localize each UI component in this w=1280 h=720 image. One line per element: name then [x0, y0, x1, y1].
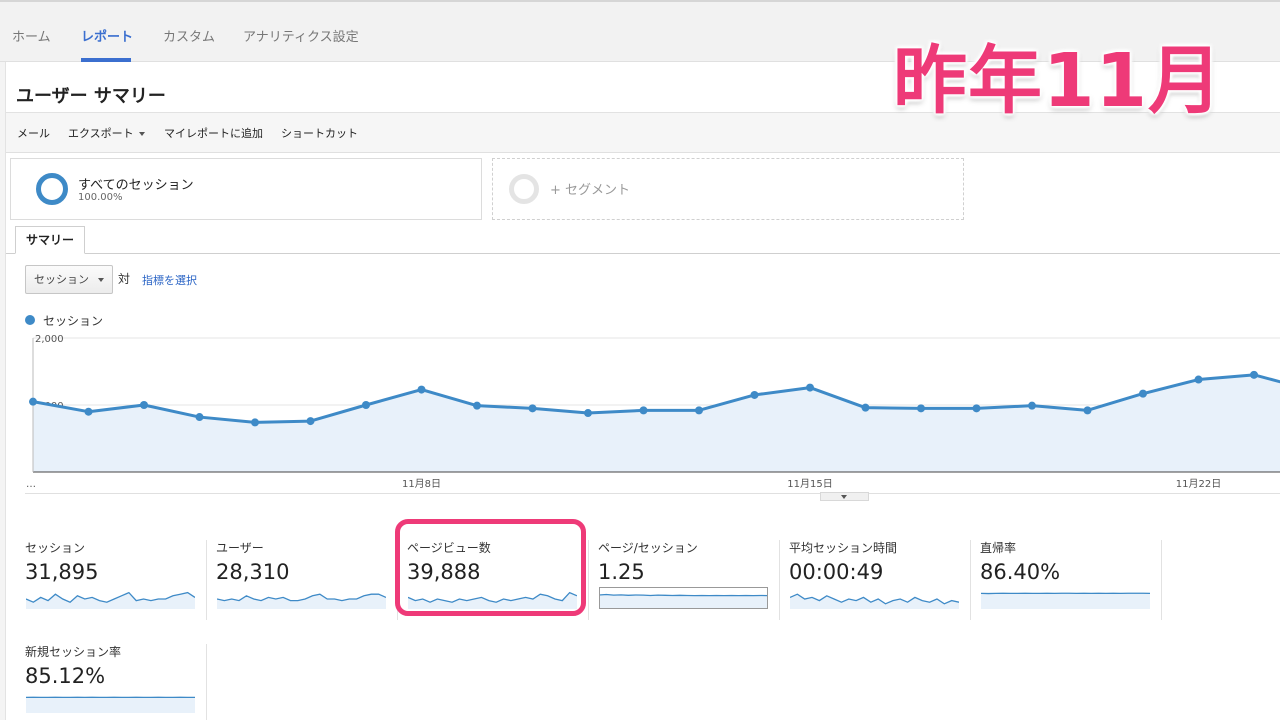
segment-percent: 100.00%: [78, 192, 123, 203]
metric-value: 31,895: [25, 560, 99, 584]
sparkline: [26, 591, 195, 609]
divider: [6, 253, 1280, 254]
overlay-caption: 昨年11月: [893, 38, 1223, 124]
data-point: [195, 413, 204, 422]
metric-select-value: セッション: [34, 273, 89, 286]
data-point: [251, 418, 259, 427]
tab-reports[interactable]: レポート: [81, 26, 133, 45]
metric-value: 1.25: [598, 560, 645, 584]
email-button[interactable]: メール: [17, 125, 50, 141]
tab-home[interactable]: ホーム: [12, 26, 51, 45]
data-point: [29, 397, 37, 406]
sparkline: [790, 593, 959, 609]
add-segment-label: + セグメント: [550, 183, 631, 198]
sparkline: [26, 696, 195, 713]
data-point: [861, 403, 870, 412]
chart-collapse-handle[interactable]: [820, 492, 869, 501]
metric-label: 平均セッション時間: [789, 541, 898, 555]
tile-divider: [588, 540, 589, 620]
divider: [25, 493, 1280, 494]
sparkline-area: [981, 593, 1150, 609]
metric-tile[interactable]: ユーザー 28,310: [216, 539, 392, 617]
sparkline: [981, 592, 1150, 609]
metric-tile[interactable]: 直帰率 86.40%: [980, 539, 1156, 617]
tile-divider: [206, 540, 207, 620]
metric-value: 86.40%: [980, 560, 1061, 584]
data-point: [362, 401, 370, 409]
sessions-line-chart: 2,0001,000…11月8日11月15日11月22日: [26, 334, 1280, 490]
metric-label: ユーザー: [216, 541, 264, 555]
page-title: ユーザー サマリー: [16, 86, 166, 107]
select-metric-link[interactable]: 指標を選択: [142, 272, 197, 288]
data-point: [1139, 389, 1147, 398]
metric-tile[interactable]: 新規セッション率 85.12%: [25, 643, 201, 720]
data-point: [917, 404, 925, 413]
segment-ring-icon: [36, 173, 68, 205]
x-tick-label: 11月8日: [402, 478, 441, 490]
data-point: [695, 406, 703, 415]
data-point: [84, 407, 93, 416]
export-label: エクスポート: [68, 127, 134, 140]
metric-label: 新規セッション率: [25, 645, 122, 659]
metric-tile[interactable]: 平均セッション時間 00:00:49: [789, 539, 965, 617]
sparkline-area: [599, 594, 768, 609]
metric-tile[interactable]: ページ/セッション 1.25: [598, 539, 774, 617]
data-point: [750, 390, 759, 399]
sparkline: [217, 593, 386, 609]
tile-divider: [206, 644, 207, 720]
series-area: [33, 374, 1280, 472]
tab-admin[interactable]: アナリティクス設定: [243, 26, 359, 45]
data-point: [584, 409, 592, 418]
vs-label: 対: [118, 272, 131, 286]
data-point: [417, 385, 426, 394]
data-point: [528, 404, 537, 413]
metric-value: 28,310: [216, 560, 290, 584]
data-point: [140, 401, 148, 409]
x-tick-label: 11月15日: [787, 478, 832, 490]
metric-label: セッション: [25, 541, 86, 555]
x-tick-label: 11月22日: [1176, 478, 1221, 490]
add-to-dashboard-button[interactable]: マイレポートに追加: [164, 125, 263, 141]
chevron-down-icon: [98, 278, 104, 282]
tile-divider: [779, 540, 780, 620]
data-point: [806, 383, 814, 392]
tile-divider: [1161, 540, 1162, 620]
chevron-down-icon: [138, 132, 145, 136]
tab-customization[interactable]: カスタム: [163, 26, 215, 45]
export-button[interactable]: エクスポート: [68, 125, 145, 141]
data-point: [639, 406, 648, 415]
data-point: [1083, 406, 1092, 415]
highlight-annotation: [395, 519, 586, 616]
active-tab-indicator: [81, 58, 131, 62]
segment-name: すべてのセッション: [78, 178, 194, 193]
legend-label: セッション: [43, 314, 104, 328]
tab-summary[interactable]: サマリー: [15, 226, 85, 254]
metric-value: 85.12%: [25, 664, 106, 688]
sparkline: [599, 587, 768, 609]
data-point: [306, 417, 315, 426]
sparkline-area: [217, 594, 386, 609]
x-tick-label: …: [26, 479, 36, 490]
data-point: [972, 404, 981, 413]
sparkline-line: [599, 593, 768, 597]
chevron-down-icon: [841, 495, 847, 499]
metric-label: 直帰率: [980, 541, 1017, 555]
sparkline-area: [790, 594, 959, 609]
empty-segment-ring-icon: [509, 174, 539, 204]
y-tick-label: 2,000: [35, 334, 64, 345]
tile-divider: [970, 540, 971, 620]
data-point: [1028, 401, 1036, 410]
metric-label: ページ/セッション: [598, 541, 698, 555]
data-point: [473, 401, 481, 410]
add-segment-button[interactable]: + セグメント: [492, 158, 964, 220]
metric-value: 00:00:49: [789, 560, 884, 584]
metric-select[interactable]: セッション: [25, 265, 113, 294]
sparkline-area: [26, 697, 195, 713]
legend-dot-icon: [25, 315, 35, 325]
data-point: [1250, 370, 1258, 379]
metric-tile[interactable]: セッション 31,895: [25, 539, 201, 617]
segment-all-sessions[interactable]: すべてのセッション 100.00%: [10, 158, 482, 220]
shortcut-button[interactable]: ショートカット: [281, 125, 358, 141]
data-point: [1194, 375, 1203, 384]
